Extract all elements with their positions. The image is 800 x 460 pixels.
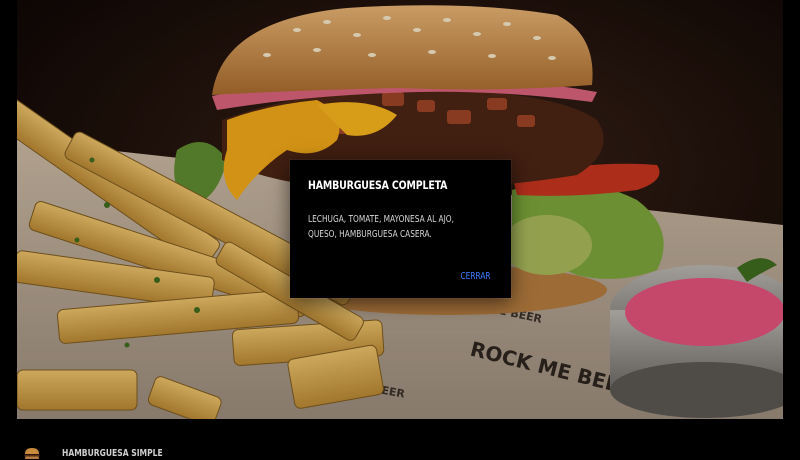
menu-item-label: HAMBURGUESA SIMPLE: [62, 447, 163, 459]
page: ROCK ME BEER ME BEER BEER HAMBURGUESA CO…: [0, 0, 800, 460]
modal-description: LECHUGA, TOMATE, MAYONESA AL AJO, QUESO,…: [308, 214, 454, 240]
menu-item[interactable]: HAMBURGUESA SIMPLE: [22, 446, 188, 460]
burger-icon: [22, 446, 42, 460]
close-button[interactable]: CERRAR: [461, 271, 491, 282]
modal-title: HAMBURGUESA COMPLETA: [308, 178, 448, 192]
product-detail-modal: HAMBURGUESA COMPLETA LECHUGA, TOMATE, MA…: [290, 160, 511, 298]
